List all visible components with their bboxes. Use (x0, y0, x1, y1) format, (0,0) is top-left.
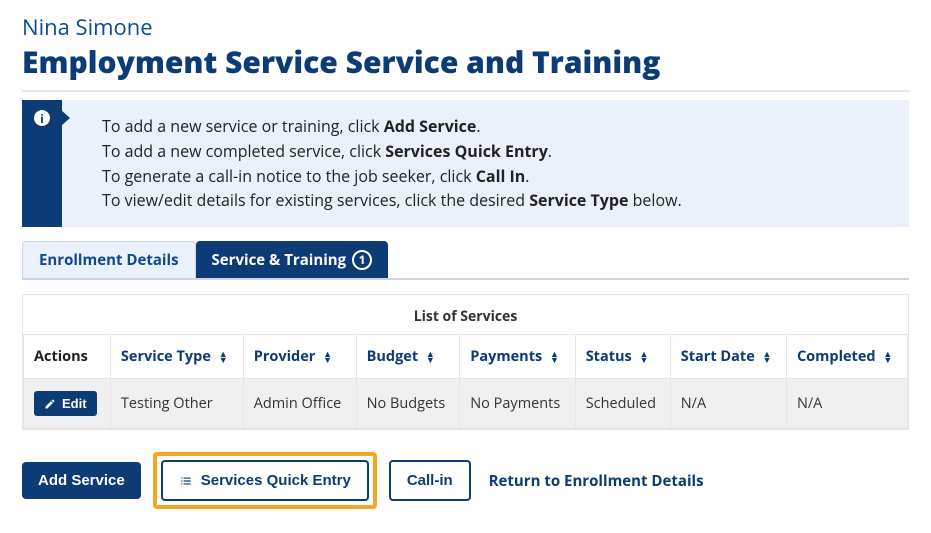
col-completed[interactable]: Completed ▲▼ (786, 335, 907, 379)
person-name: Nina Simone (22, 12, 909, 42)
services-table-wrap: List of Services Actions Service Type ▲▼… (22, 294, 909, 430)
call-in-label: Call-in (407, 472, 453, 489)
cell-completed: N/A (786, 379, 907, 429)
sort-icon: ▲▼ (640, 351, 649, 363)
info-stripe: i (22, 100, 62, 227)
title-divider (22, 90, 909, 92)
page-title: Employment Service Service and Training (22, 44, 909, 80)
col-status[interactable]: Status ▲▼ (575, 335, 670, 379)
tab-service-training[interactable]: Service & Training 1 (196, 241, 389, 278)
info-line: To generate a call-in notice to the job … (102, 164, 887, 189)
col-provider[interactable]: Provider ▲▼ (243, 335, 356, 379)
list-icon (179, 474, 193, 488)
sort-icon: ▲▼ (550, 351, 559, 363)
tabs: Enrollment Details Service & Training 1 (22, 241, 909, 280)
cell-budget: No Budgets (356, 379, 460, 429)
return-to-enrollment-link[interactable]: Return to Enrollment Details (489, 471, 704, 491)
tab-label: Service & Training (212, 250, 347, 270)
table-header-row: Actions Service Type ▲▼ Provider ▲▼ Budg… (24, 335, 908, 379)
cell-provider: Admin Office (243, 379, 356, 429)
cell-service-type[interactable]: Testing Other (110, 379, 243, 429)
col-actions: Actions (24, 335, 111, 379)
info-line: To view/edit details for existing servic… (102, 188, 887, 213)
info-banner: i To add a new service or training, clic… (22, 100, 909, 227)
call-in-button[interactable]: Call-in (389, 460, 471, 501)
services-quick-entry-label: Services Quick Entry (201, 472, 351, 489)
services-table: Actions Service Type ▲▼ Provider ▲▼ Budg… (23, 334, 908, 429)
sort-icon: ▲▼ (323, 351, 332, 363)
info-line: To add a new completed service, click Se… (102, 139, 887, 164)
info-icon: i (34, 110, 50, 126)
sort-icon: ▲▼ (883, 351, 892, 363)
cell-payments: No Payments (460, 379, 575, 429)
sort-icon: ▲▼ (219, 351, 228, 363)
tab-label: Enrollment Details (39, 250, 179, 270)
tab-count-badge: 1 (352, 250, 372, 270)
table-title: List of Services (23, 307, 908, 326)
col-start-date[interactable]: Start Date ▲▼ (670, 335, 786, 379)
col-budget[interactable]: Budget ▲▼ (356, 335, 460, 379)
sort-icon: ▲▼ (426, 351, 435, 363)
highlight-callout: Services Quick Entry (153, 452, 377, 509)
edit-button[interactable]: Edit (34, 391, 97, 416)
add-service-button[interactable]: Add Service (22, 462, 141, 499)
sort-icon: ▲▼ (763, 351, 772, 363)
edit-button-label: Edit (62, 396, 87, 411)
col-service-type[interactable]: Service Type ▲▼ (110, 335, 243, 379)
table-row: Edit Testing Other Admin Office No Budge… (24, 379, 908, 429)
col-payments[interactable]: Payments ▲▼ (460, 335, 575, 379)
cell-actions: Edit (24, 379, 111, 429)
info-line: To add a new service or training, click … (102, 114, 887, 139)
cell-status: Scheduled (575, 379, 670, 429)
pencil-icon (44, 398, 56, 410)
tab-enrollment-details[interactable]: Enrollment Details (22, 241, 196, 278)
cell-start-date: N/A (670, 379, 786, 429)
actions-row: Add Service Services Quick Entry Call-in… (22, 452, 909, 509)
add-service-label: Add Service (38, 472, 125, 489)
info-content: To add a new service or training, click … (62, 100, 909, 227)
services-quick-entry-button[interactable]: Services Quick Entry (161, 460, 369, 501)
